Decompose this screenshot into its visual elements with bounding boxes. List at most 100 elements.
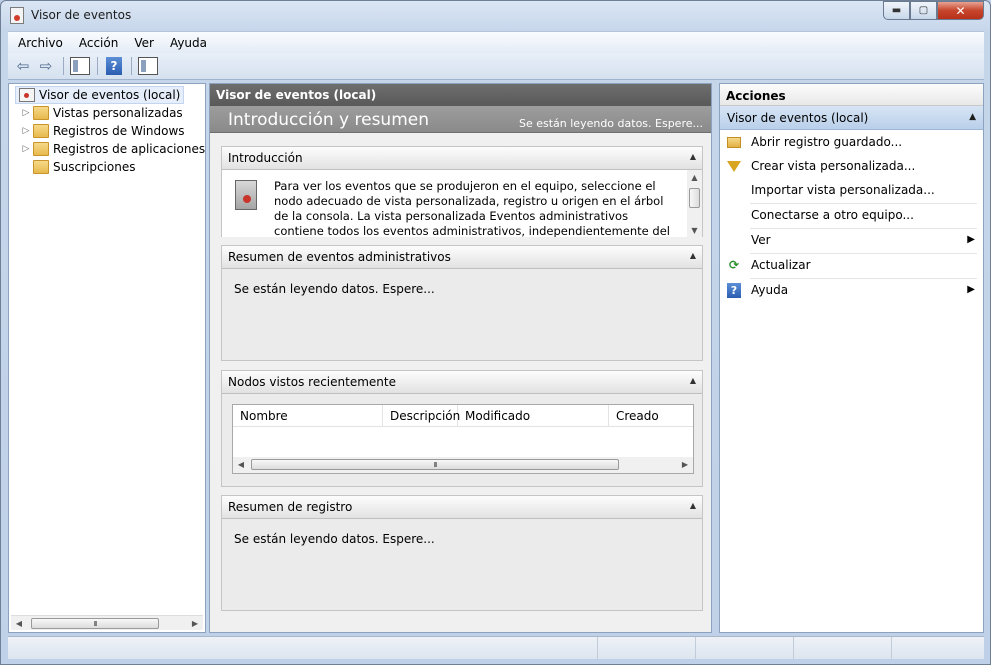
collapse-arrow-icon[interactable]: ▲ [690, 251, 696, 260]
forward-arrow-icon: ⇨ [39, 57, 53, 75]
collapse-arrow-icon[interactable]: ▲ [690, 152, 696, 161]
folder-icon [33, 124, 49, 138]
app-window: Visor de eventos ▬ ▢ ✕ Archivo Acción Ve… [0, 0, 991, 665]
event-viewer-app-icon[interactable] [10, 7, 24, 24]
console-tree-icon [70, 57, 90, 75]
menu-accion[interactable]: Acción [71, 36, 126, 50]
show-hide-action-pane-button[interactable] [137, 55, 159, 77]
loading-status: Se están leyendo datos. Espere... [234, 282, 435, 296]
collapse-arrow-icon[interactable]: ▲ [690, 376, 696, 385]
status-segment [8, 637, 598, 659]
section-title: Resumen de eventos administrativos [228, 250, 451, 264]
toolbar-separator [63, 57, 64, 75]
subscriptions-icon [33, 160, 49, 174]
event-viewer-icon [19, 88, 35, 102]
action-actualizar[interactable]: ⟳ Actualizar [720, 253, 983, 277]
back-button[interactable]: ⇦ [12, 55, 34, 77]
scroll-left-arrow-icon[interactable]: ◀ [11, 616, 27, 631]
forward-button[interactable]: ⇨ [35, 55, 57, 77]
action-label: Abrir registro guardado... [751, 135, 903, 149]
center-pane: Visor de eventos (local) Introducción y … [209, 83, 712, 633]
column-header-creado[interactable]: Creado [609, 405, 693, 426]
actions-subheader-label: Visor de eventos (local) [727, 111, 869, 125]
action-label: Actualizar [751, 258, 811, 272]
toolbar-separator [97, 57, 98, 75]
scroll-right-arrow-icon[interactable]: ▶ [187, 616, 203, 631]
tree-item-label: Suscripciones [53, 160, 136, 174]
expand-arrow-icon[interactable]: ▷ [19, 126, 33, 136]
section-body: Se están leyendo datos. Espere... [222, 269, 702, 360]
window-controls: ▬ ▢ ✕ [883, 1, 984, 20]
action-conectarse-a-otro-equipo[interactable]: Conectarse a otro equipo... [720, 203, 983, 227]
section-header[interactable]: Introducción ▲ [222, 147, 702, 170]
action-abrir-registro-guardado[interactable]: Abrir registro guardado... [720, 130, 983, 154]
tree-item-registros-de-aplicaciones[interactable]: ▷ Registros de aplicaciones y s [19, 140, 226, 158]
maximize-button[interactable]: ▢ [910, 1, 937, 20]
close-button[interactable]: ✕ [937, 1, 984, 20]
section-intro: Introducción ▲ Para ver los eventos que … [221, 146, 703, 237]
folder-icon [33, 106, 49, 120]
intro-vertical-scrollbar[interactable]: ▲ ▼ [687, 170, 702, 237]
section-log-summary: Resumen de registro ▲ Se están leyendo d… [221, 495, 703, 611]
window-title: Visor de eventos [31, 8, 132, 22]
section-header[interactable]: Resumen de eventos administrativos ▲ [222, 246, 702, 269]
expand-arrow-icon[interactable]: ▷ [19, 144, 33, 154]
filter-icon [726, 158, 742, 174]
event-log-icon [235, 180, 257, 210]
minimize-button[interactable]: ▬ [883, 1, 910, 20]
actions-subheader[interactable]: Visor de eventos (local) ▲ [720, 106, 983, 130]
action-importar-vista-personalizada[interactable]: Importar vista personalizada... [720, 178, 983, 202]
scroll-up-arrow-icon[interactable]: ▲ [687, 170, 702, 184]
status-segment [794, 637, 892, 659]
action-label: Ayuda [751, 283, 789, 297]
scroll-left-arrow-icon[interactable]: ◀ [233, 457, 249, 472]
column-header-modificado[interactable]: Modificado [458, 405, 609, 426]
tree-horizontal-scrollbar[interactable]: ◀ III ▶ [11, 615, 203, 630]
scroll-thumb[interactable] [689, 188, 700, 208]
expand-arrow-icon[interactable]: ▷ [19, 108, 33, 118]
tree-item-registros-de-windows[interactable]: ▷ Registros de Windows [19, 122, 185, 140]
folder-open-icon [726, 134, 742, 150]
back-arrow-icon: ⇦ [16, 57, 30, 75]
show-hide-console-tree-button[interactable] [69, 55, 91, 77]
recent-nodes-table: Nombre Descripción Modificado Creado ◀ I… [232, 404, 694, 474]
tree-item-label: Vistas personalizadas [53, 106, 183, 120]
action-ver[interactable]: Ver ▶ [720, 228, 983, 252]
actions-pane: Acciones Visor de eventos (local) ▲ Abri… [719, 83, 984, 633]
action-crear-vista-personalizada[interactable]: Crear vista personalizada... [720, 154, 983, 178]
section-title: Introducción [228, 151, 303, 165]
column-header-descripcion[interactable]: Descripción [383, 405, 460, 426]
section-header[interactable]: Nodos vistos recientemente ▲ [222, 371, 702, 394]
collapse-arrow-icon[interactable]: ▲ [969, 112, 976, 122]
table-header: Nombre Descripción Modificado Creado [233, 405, 693, 427]
action-pane-icon [138, 57, 158, 75]
section-header[interactable]: Resumen de registro ▲ [222, 496, 702, 519]
toolbar: ⇦ ⇨ ? [8, 53, 984, 80]
tree-item-suscripciones[interactable]: Suscripciones [19, 158, 135, 176]
toolbar-separator [131, 57, 132, 75]
actions-header: Acciones [720, 84, 983, 106]
section-body: Se están leyendo datos. Espere... [222, 519, 702, 610]
scroll-thumb[interactable]: III [251, 459, 619, 470]
submenu-arrow-icon: ▶ [967, 284, 975, 295]
column-header-nombre[interactable]: Nombre [233, 405, 383, 426]
menu-ayuda[interactable]: Ayuda [162, 36, 215, 50]
scroll-thumb[interactable]: III [31, 618, 159, 629]
scroll-right-arrow-icon[interactable]: ▶ [677, 457, 693, 472]
help-button[interactable]: ? [103, 55, 125, 77]
tree-item-vistas-personalizadas[interactable]: ▷ Vistas personalizadas [19, 104, 183, 122]
loading-status: Se están leyendo datos. Espere... [234, 532, 435, 546]
title-bar[interactable]: Visor de eventos ▬ ▢ ✕ [1, 1, 990, 31]
tree-item-event-viewer-local[interactable]: Visor de eventos (local) [15, 86, 185, 104]
menu-archivo[interactable]: Archivo [8, 36, 71, 50]
intro-status: Se están leyendo datos. Espere... [518, 117, 703, 130]
status-segment [696, 637, 794, 659]
section-admin-summary: Resumen de eventos administrativos ▲ Se … [221, 245, 703, 361]
action-ayuda[interactable]: ? Ayuda ▶ [720, 278, 983, 302]
collapse-arrow-icon[interactable]: ▲ [690, 501, 696, 510]
refresh-icon: ⟳ [728, 258, 740, 272]
folder-icon [33, 142, 49, 156]
scroll-down-arrow-icon[interactable]: ▼ [687, 223, 702, 237]
menu-ver[interactable]: Ver [126, 36, 162, 50]
table-horizontal-scrollbar[interactable]: ◀ III ▶ [233, 457, 693, 473]
